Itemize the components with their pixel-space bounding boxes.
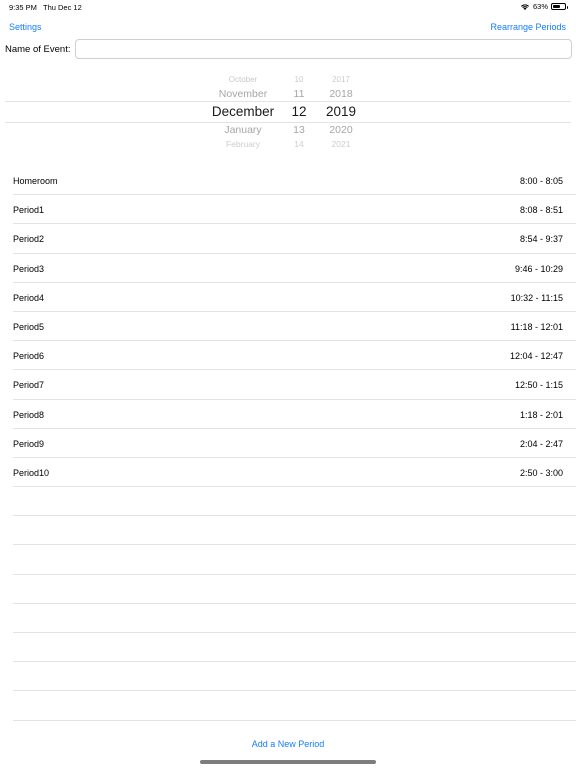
- day-option: 13: [293, 124, 305, 136]
- period-time: 10:32 - 11:15: [510, 292, 563, 303]
- status-right: 63%: [520, 2, 568, 11]
- month-option: February: [225, 139, 261, 149]
- battery-percent: 63%: [532, 2, 548, 11]
- app-screen: 9:35 PM Thu Dec 12 63% Settings Rearrang…: [0, 0, 576, 768]
- year-option: 2021: [331, 139, 351, 149]
- period-time: 2:50 - 3:00: [519, 467, 563, 478]
- period-list: Homeroom 8:00 - 8:05 Period1 8:08 - 8:51…: [0, 166, 576, 721]
- picker-fade-bottom: [0, 148, 576, 156]
- period-name: Period2: [13, 234, 45, 245]
- month-option: January: [224, 124, 262, 136]
- month-selected: December: [211, 104, 275, 119]
- empty-row: [0, 633, 576, 663]
- period-row-period5[interactable]: Period5 11:18 - 12:01: [0, 312, 576, 342]
- period-time: 11:18 - 12:01: [510, 321, 563, 332]
- period-name: Period5: [13, 321, 45, 332]
- battery-fill: [553, 5, 560, 8]
- period-row-period4[interactable]: Period4 10:32 - 11:15: [0, 283, 576, 313]
- day-option: 11: [293, 88, 305, 100]
- day-option: 14: [294, 139, 304, 149]
- period-row-period8[interactable]: Period8 1:18 - 2:01: [0, 400, 576, 429]
- year-option: 2020: [329, 124, 353, 136]
- period-row-period2[interactable]: Period2 8:54 - 9:37: [0, 224, 576, 254]
- period-name: Period1: [13, 205, 45, 216]
- rearrange-periods-button[interactable]: Rearrange Periods: [490, 22, 566, 32]
- month-option: October: [228, 75, 258, 84]
- empty-row: [0, 575, 576, 605]
- date-picker[interactable]: October November December January Februa…: [0, 70, 576, 156]
- day-option: 10: [294, 75, 304, 84]
- empty-row: [0, 691, 576, 721]
- year-option: 2017: [332, 75, 350, 84]
- battery-icon: [551, 3, 568, 10]
- picker-fade-top: [0, 70, 576, 78]
- empty-row: [0, 545, 576, 575]
- year-option: 2018: [329, 88, 353, 100]
- picker-selection-bottom-line: [5, 122, 571, 123]
- status-bar: 9:35 PM Thu Dec 12 63%: [0, 0, 576, 14]
- period-name: Period9: [13, 438, 45, 449]
- month-option: November: [218, 88, 268, 100]
- period-name: Period7: [13, 380, 45, 391]
- period-time: 8:54 - 9:37: [519, 234, 563, 245]
- period-time: 12:50 - 1:15: [514, 380, 563, 391]
- period-time: 8:00 - 8:05: [519, 176, 563, 186]
- status-date: Thu Dec 12: [43, 3, 82, 12]
- period-row-period7[interactable]: Period7 12:50 - 1:15: [0, 370, 576, 400]
- period-name: Period8: [13, 409, 45, 420]
- period-row-homeroom[interactable]: Homeroom 8:00 - 8:05: [0, 166, 576, 196]
- period-time: 9:46 - 10:29: [514, 263, 563, 274]
- period-row-period10[interactable]: Period10 2:50 - 3:00: [0, 458, 576, 488]
- add-new-period-button[interactable]: Add a New Period: [0, 739, 576, 749]
- empty-row: [0, 662, 576, 692]
- period-name: Period3: [13, 263, 45, 274]
- period-time: 1:18 - 2:01: [519, 409, 563, 420]
- empty-row: [0, 487, 576, 517]
- period-time: 12:04 - 12:47: [509, 351, 563, 362]
- period-row-period6[interactable]: Period6 12:04 - 12:47: [0, 341, 576, 371]
- settings-button[interactable]: Settings: [9, 22, 42, 32]
- period-time: 8:08 - 8:51: [519, 205, 563, 216]
- period-name: Period6: [13, 351, 45, 362]
- event-name-label: Name of Event:: [5, 44, 71, 55]
- period-row-period3[interactable]: Period3 9:46 - 10:29: [0, 254, 576, 283]
- period-row-period1[interactable]: Period1 8:08 - 8:51: [0, 195, 576, 225]
- picker-selection-top-line: [5, 101, 571, 102]
- period-time: 2:04 - 2:47: [519, 438, 563, 449]
- period-name: Period10: [13, 467, 50, 478]
- home-indicator[interactable]: [200, 760, 376, 764]
- year-selected: 2019: [325, 104, 357, 119]
- period-name: Homeroom: [13, 176, 58, 186]
- empty-row: [0, 516, 576, 546]
- empty-row: [0, 604, 576, 634]
- period-name: Period4: [13, 292, 45, 303]
- period-row-period9[interactable]: Period9 2:04 - 2:47: [0, 429, 576, 459]
- event-name-input[interactable]: [75, 39, 572, 59]
- status-time: 9:35 PM: [9, 3, 37, 12]
- wifi-icon: [520, 3, 529, 10]
- day-selected: 12: [291, 104, 307, 119]
